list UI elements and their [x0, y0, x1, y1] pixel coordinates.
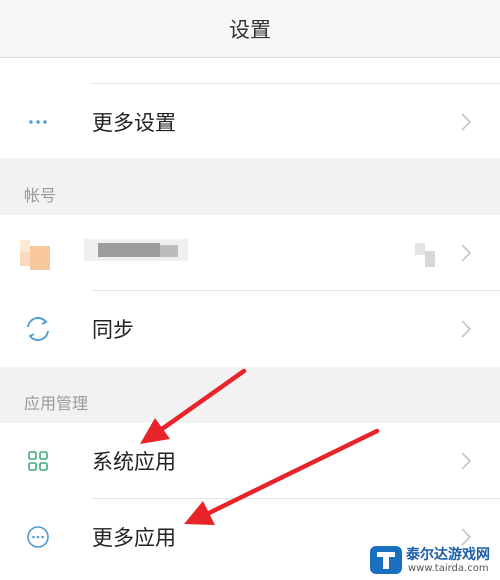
- more-dots-icon: [29, 120, 47, 124]
- section-header-app-management: 应用管理: [24, 394, 89, 413]
- account-item[interactable]: [0, 215, 500, 291]
- sync-icon: [27, 317, 49, 341]
- watermark-url: www.tairda.com: [408, 563, 489, 574]
- settings-item-sync[interactable]: 同步: [0, 291, 500, 367]
- chevron-right-icon: [461, 320, 472, 338]
- account-status-redacted: [415, 243, 435, 267]
- settings-card-top: 更多设置: [0, 58, 500, 158]
- chevron-right-icon: [461, 113, 472, 131]
- chevron-right-icon: [461, 244, 472, 262]
- settings-item-system-apps[interactable]: 系统应用: [0, 423, 500, 499]
- title-bar: 设置: [0, 0, 500, 58]
- settings-item-label: 同步: [92, 318, 134, 342]
- watermark-text: 泰尔达游戏网: [406, 547, 490, 563]
- settings-item-label: 更多应用: [92, 526, 176, 550]
- settings-item-label: 更多设置: [92, 111, 176, 135]
- settings-item-label: 系统应用: [92, 450, 176, 474]
- chevron-right-icon: [461, 452, 472, 470]
- section-header-account: 帐号: [24, 186, 57, 205]
- settings-item-more-settings[interactable]: 更多设置: [0, 84, 500, 160]
- account-card: 同步: [0, 215, 500, 367]
- more-circle-icon: [27, 526, 49, 548]
- watermark: 泰尔达游戏网 www.tairda.com: [368, 540, 500, 580]
- watermark-logo-icon: [370, 546, 402, 574]
- page-title: 设置: [229, 17, 271, 42]
- account-name-redacted: [84, 239, 188, 261]
- grid-apps-icon: [28, 451, 48, 471]
- avatar: [20, 240, 50, 270]
